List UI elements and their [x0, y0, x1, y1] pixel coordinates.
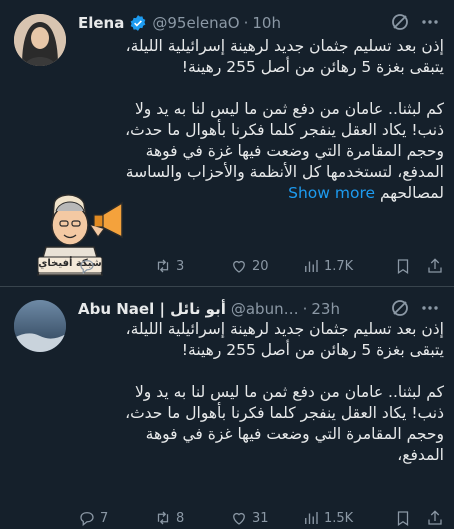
text-line: إذن بعد تسليم جثمان جديد لرهينة إسرائيلي…	[125, 37, 444, 55]
author-name[interactable]: Elena	[78, 14, 124, 32]
reply-icon	[80, 260, 94, 275]
reply-button[interactable]: 7	[78, 509, 150, 527]
author-handle[interactable]: @abun…	[231, 300, 299, 318]
text-line: إذن بعد تسليم جثمان جديد لرهينة إسرائيلي…	[125, 320, 444, 338]
like-icon	[233, 512, 245, 525]
reply-icon	[80, 512, 94, 527]
share-icon[interactable]	[426, 509, 444, 527]
like-icon	[233, 260, 245, 273]
tweet-1-header: Elena @95elenaO · 10h	[78, 12, 442, 34]
author-name[interactable]: Abu Nael | أبو نائل	[78, 300, 226, 318]
separator: ·	[243, 14, 249, 32]
like-button[interactable]: 31	[230, 509, 302, 527]
text-line: كم لبثنا.. عامان من دفع ثمن ما ليس لنا ب…	[134, 383, 444, 401]
text-line: ذنب! يكاد العقل ينفجر كلما فكرنا بأهوال …	[125, 121, 444, 139]
text-line: يتبقى بغزة 5 رهائن من أصل 255 رهينة!	[181, 341, 444, 359]
verified-badge-icon	[131, 15, 146, 31]
retweet-button[interactable]: 8	[154, 509, 226, 527]
text-line: المدفع،	[397, 446, 444, 464]
retweet-icon	[157, 511, 169, 525]
tweet-1-actions: 3 20 1.7K	[78, 255, 444, 277]
bookmark-icon[interactable]	[394, 257, 412, 275]
tweet-2[interactable]: Abu Nael | أبو نائل @abun… · 23h إذن بعد…	[0, 287, 454, 529]
grok-icon[interactable]	[390, 12, 410, 32]
separator: ·	[302, 300, 308, 318]
text-line: وحجم المقامرة التي وضعت فيها غزة في فوهة	[145, 425, 444, 443]
grok-icon[interactable]	[390, 298, 410, 318]
like-button[interactable]: 20	[230, 257, 302, 275]
more-icon[interactable]	[420, 298, 440, 318]
retweet-button[interactable]: 3	[154, 257, 226, 275]
reply-count: 7	[100, 510, 109, 526]
views-button[interactable]: 1.5K	[302, 509, 374, 527]
like-count: 20	[252, 258, 269, 274]
tweet-2-header: Abu Nael | أبو نائل @abun… · 23h	[78, 298, 442, 320]
text-line: المدفع، لتستخدمها كل الأنظمة والأحزاب وا…	[125, 163, 444, 181]
show-more-link[interactable]: Show more	[288, 184, 375, 202]
text-last-word: لمصالحهم	[379, 184, 444, 202]
text-line: يتبقى بغزة 5 رهائن من أصل 255 رهينة!	[181, 58, 444, 76]
text-line: كم لبثنا.. عامان من دفع ثمن ما ليس لنا ب…	[134, 100, 444, 118]
retweet-count: 8	[176, 510, 185, 526]
tweet-2-actions: 7 8 31 1.5K	[78, 507, 444, 529]
retweet-count: 3	[176, 258, 185, 274]
text-line: ذنب! يكاد العقل ينفجر كلما فكرنا بأهوال …	[125, 404, 444, 422]
tweet-1-text: إذن بعد تسليم جثمان جديد لرهينة إسرائيلي…	[20, 36, 444, 204]
views-count: 1.5K	[324, 510, 354, 526]
tweet-1[interactable]: Elena @95elenaO · 10h إذن بعد تسليم جثما…	[0, 0, 454, 286]
views-icon	[305, 512, 318, 524]
reply-button[interactable]	[78, 257, 150, 275]
timestamp[interactable]: 23h	[311, 300, 340, 318]
share-icon[interactable]	[426, 257, 444, 275]
more-icon[interactable]	[420, 12, 440, 32]
views-icon	[305, 260, 318, 272]
views-button[interactable]: 1.7K	[302, 257, 374, 275]
views-count: 1.7K	[324, 258, 354, 274]
retweet-icon	[157, 259, 169, 273]
timestamp[interactable]: 10h	[252, 14, 281, 32]
text-line: وحجم المقامرة التي وضعت فيها غزة في فوهة	[145, 142, 444, 160]
like-count: 31	[252, 510, 269, 526]
bookmark-icon[interactable]	[394, 509, 412, 527]
tweet-2-text: إذن بعد تسليم جثمان جديد لرهينة إسرائيلي…	[20, 319, 444, 466]
author-handle[interactable]: @95elenaO	[152, 14, 239, 32]
